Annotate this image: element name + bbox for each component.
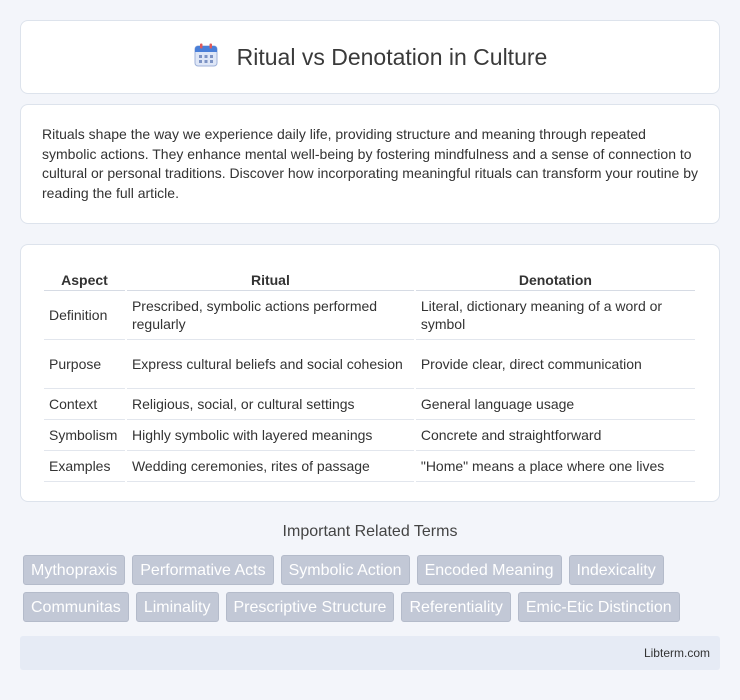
cell-ritual: Wedding ceremonies, rites of passage xyxy=(126,451,414,482)
cell-ritual: Highly symbolic with layered meanings xyxy=(126,420,414,451)
cell-aspect: Examples xyxy=(44,451,125,482)
related-terms-title: Important Related Terms xyxy=(282,523,458,540)
cell-denotation: Concrete and straightforward xyxy=(415,420,695,451)
tag-liminality[interactable]: Liminality xyxy=(135,592,219,622)
footer: Libterm.com xyxy=(20,636,720,670)
intro-card: Rituals shape the way we experience dail… xyxy=(20,104,720,224)
table-row: Purpose Express cultural beliefs and soc… xyxy=(44,340,695,389)
cell-ritual: Prescribed, symbolic actions performed r… xyxy=(126,291,414,340)
cell-aspect: Context xyxy=(44,389,125,420)
calendar-icon xyxy=(193,42,219,73)
tag-mythopraxis[interactable]: Mythopraxis xyxy=(23,555,126,585)
tag-row: Mythopraxis Performative Acts Symbolic A… xyxy=(23,555,723,585)
cell-denotation: Literal, dictionary meaning of a word or… xyxy=(415,291,695,340)
tag-symbolic-action[interactable]: Symbolic Action xyxy=(280,555,410,585)
cell-ritual: Express cultural beliefs and social cohe… xyxy=(126,340,414,389)
header: Ritual vs Denotation in Culture xyxy=(193,42,548,73)
cell-ritual: Religious, social, or cultural settings xyxy=(126,389,414,420)
table-header-row: Aspect Ritual Denotation xyxy=(44,265,695,291)
intro-text: Rituals shape the way we experience dail… xyxy=(42,126,698,201)
tag-row: Communitas Liminality Prescriptive Struc… xyxy=(23,592,723,622)
cell-aspect: Symbolism xyxy=(44,420,125,451)
cell-aspect: Definition xyxy=(44,291,125,340)
header-aspect: Aspect xyxy=(44,265,125,291)
cell-denotation: General language usage xyxy=(415,389,695,420)
comparison-card: Aspect Ritual Denotation Definition Pres… xyxy=(20,244,720,502)
cell-denotation: Provide clear, direct communication xyxy=(415,340,695,389)
related-terms: Mythopraxis Performative Acts Symbolic A… xyxy=(23,555,723,629)
table-row: Examples Wedding ceremonies, rites of pa… xyxy=(44,451,695,482)
tag-referentiality[interactable]: Referentiality xyxy=(401,592,511,622)
comparison-table: Aspect Ritual Denotation Definition Pres… xyxy=(42,265,697,482)
cell-denotation: "Home" means a place where one lives xyxy=(415,451,695,482)
table-row: Symbolism Highly symbolic with layered m… xyxy=(44,420,695,451)
cell-aspect: Purpose xyxy=(44,340,125,389)
page-title: Ritual vs Denotation in Culture xyxy=(236,43,548,70)
header-denotation: Denotation xyxy=(415,265,695,291)
tag-communitas[interactable]: Communitas xyxy=(23,592,129,622)
tag-indexicality[interactable]: Indexicality xyxy=(568,555,664,585)
tag-emic-etic-distinction[interactable]: Emic-Etic Distinction xyxy=(517,592,680,622)
tag-encoded-meaning[interactable]: Encoded Meaning xyxy=(416,555,562,585)
header-ritual: Ritual xyxy=(126,265,414,291)
tag-performative-acts[interactable]: Performative Acts xyxy=(132,555,274,585)
header-card: Ritual vs Denotation in Culture xyxy=(20,20,720,94)
tag-prescriptive-structure[interactable]: Prescriptive Structure xyxy=(225,592,395,622)
table-row: Context Religious, social, or cultural s… xyxy=(44,389,695,420)
footer-site-link[interactable]: Libterm.com xyxy=(644,646,710,660)
table-row: Definition Prescribed, symbolic actions … xyxy=(44,291,695,340)
